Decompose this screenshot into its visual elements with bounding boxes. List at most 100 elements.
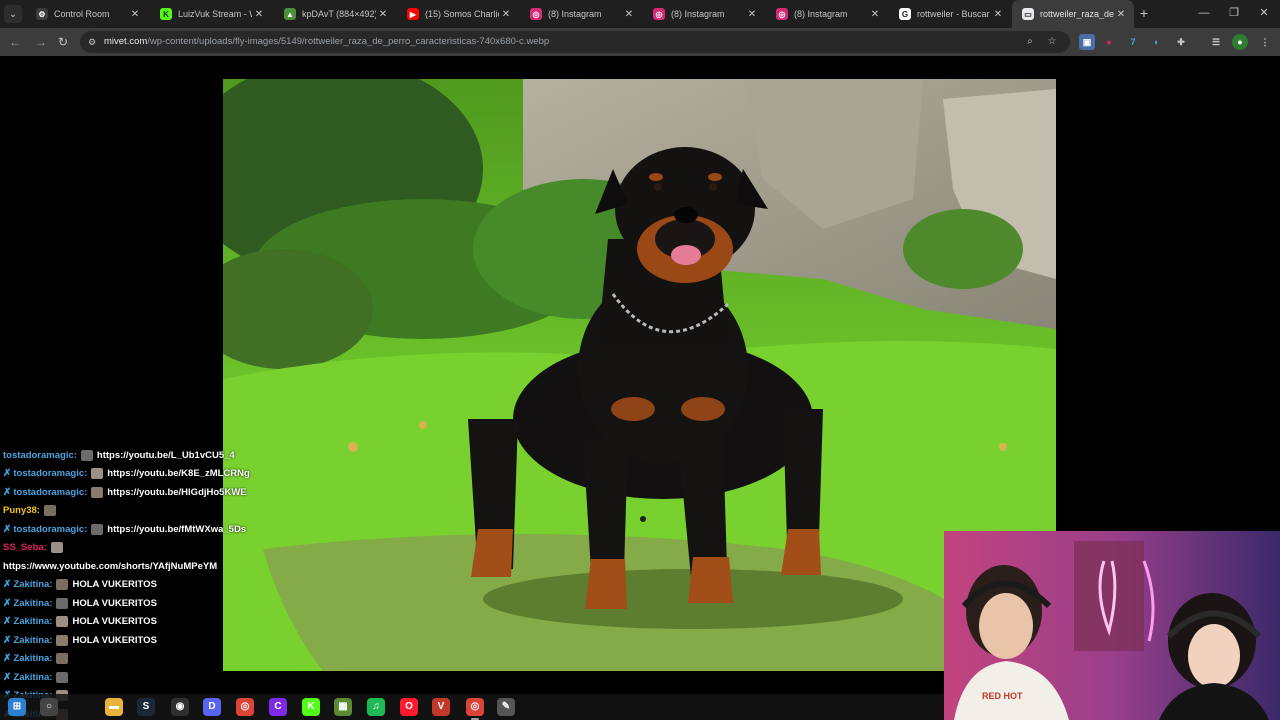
bookmark-star-icon[interactable]: ☆	[1045, 35, 1059, 49]
taskbar-search-icon[interactable]: ○	[40, 698, 58, 716]
chat-username[interactable]: tostadoramagic:	[3, 450, 77, 461]
chat-emote-icon	[91, 486, 104, 498]
chat-username[interactable]: Zakitina:	[13, 579, 52, 590]
reading-list-icon[interactable]: ☰	[1208, 34, 1224, 50]
address-bar[interactable]: ⚙ mivet.com/wp-content/uploads/fly-image…	[80, 31, 1070, 53]
rottweiler-image[interactable]	[223, 79, 1056, 671]
close-tab-icon[interactable]: ✕	[745, 9, 759, 20]
close-tab-icon[interactable]: ✕	[128, 9, 142, 20]
subscriber-badge-icon: ✗	[3, 653, 12, 664]
chat-message: ✗ tostadoramagic: https://youtu.be/K8E_zML…	[3, 467, 250, 481]
tab-title: (8) Instagram	[671, 9, 725, 19]
taskbar-canva-icon[interactable]: C	[269, 698, 287, 716]
browser-tab[interactable]: ▲ kpDAvT (884×492) ✕	[274, 0, 396, 28]
taskbar-minecraft-icon[interactable]: ▦	[334, 698, 352, 716]
chat-emote-icon	[80, 449, 93, 461]
instagram-icon: ◎	[776, 8, 788, 20]
close-window-button[interactable]: ✕	[1254, 4, 1274, 22]
taskbar-kick-icon[interactable]: K	[302, 698, 320, 716]
extension-record-icon[interactable]: ●	[1101, 34, 1117, 50]
svg-text:RED HOT: RED HOT	[982, 691, 1023, 701]
browser-tab[interactable]: K LuizVuk Stream - Wa✕	[150, 0, 272, 28]
chat-message: ✗Zakitina:	[3, 670, 72, 684]
chat-emote-icon	[56, 616, 69, 627]
chat-emote-icon	[50, 542, 63, 553]
url-text[interactable]: mivet.com/wp-content/uploads/fly-images/…	[104, 36, 549, 47]
browser-tab[interactable]: ◎ (8) Instagram ✕	[766, 0, 888, 28]
forward-button[interactable]: →	[32, 33, 50, 51]
chat-emote-icon	[56, 634, 69, 646]
zoom-icon[interactable]: ⌕	[1023, 35, 1037, 49]
taskbar-chrome-icon[interactable]: ◎	[466, 698, 484, 716]
browser-tab[interactable]: ▶ (15) Somos Charlie K✕	[397, 0, 519, 28]
restore-button[interactable]: ❐	[1224, 4, 1244, 22]
instagram-icon: ◎	[653, 8, 665, 20]
close-tab-icon[interactable]: ✕	[868, 9, 882, 20]
taskbar-app-icon[interactable]: ✎	[497, 698, 515, 716]
close-tab-icon[interactable]: ✕	[622, 9, 636, 20]
browser-tab[interactable]: Grottweiler - Buscar co✕	[889, 0, 1011, 28]
extension-audio-icon[interactable]: ◐	[1149, 34, 1165, 50]
taskbar-discord-icon[interactable]: D	[203, 698, 221, 716]
chat-username[interactable]: Zakitina:	[13, 653, 52, 664]
tab-title: LuizVuk Stream - Wa	[178, 9, 252, 19]
tab-title: (8) Instagram	[548, 9, 602, 19]
youtube-icon: ▶	[407, 8, 419, 20]
browser-tab[interactable]: ▭ rottweiler_raza_de_p✕	[1012, 0, 1134, 28]
chat-username[interactable]: Puny38:	[3, 505, 40, 516]
chat-username[interactable]: Zakitina:	[13, 635, 52, 646]
browser-tab[interactable]: ◎ (8) Instagram ✕	[520, 0, 642, 28]
taskbar-steam-icon[interactable]: S	[137, 698, 155, 716]
minimize-button[interactable]: —	[1194, 4, 1214, 22]
site-info-icon[interactable]: ⚙	[86, 36, 98, 48]
browser-tab[interactable]: ⚙ Control Room ✕	[26, 0, 148, 28]
chat-username[interactable]: tostadoramagic:	[13, 524, 87, 535]
close-tab-icon[interactable]: ✕	[991, 9, 1005, 20]
chat-username[interactable]: SS_Seba:	[3, 542, 47, 553]
tab-title: kpDAvT (884×492)	[302, 9, 376, 19]
taskbar-spotify-icon[interactable]: ♫	[367, 698, 385, 716]
kick-icon: K	[160, 8, 172, 20]
menu-kebab-icon[interactable]: ⋮	[1257, 34, 1273, 50]
subscriber-badge-icon: ✗	[3, 671, 12, 683]
profile-avatar-icon[interactable]: ●	[1232, 34, 1248, 50]
chat-message: ✗Zakitina:	[3, 652, 72, 666]
close-tab-icon[interactable]: ✕	[252, 9, 266, 20]
chat-message-text: HOLA VUKERITOS	[72, 616, 157, 627]
reload-button[interactable]: ↻	[54, 33, 72, 51]
chat-username[interactable]: Zakitina:	[13, 672, 52, 683]
chat-username[interactable]: Zakitina:	[13, 598, 52, 609]
taskbar-start-icon[interactable]: ⊞	[8, 698, 26, 716]
chat-message: ✗ tostadoramagic: https://youtu.be/fMtWXwa…	[3, 522, 246, 536]
chat-emote-icon	[56, 671, 69, 683]
tab-search-menu-button[interactable]: ⌄	[4, 5, 22, 23]
new-tab-button[interactable]: +	[1136, 5, 1152, 21]
chat-message: SS_Seba:	[3, 541, 67, 555]
close-tab-icon[interactable]: ✕	[1114, 9, 1128, 20]
chat-message: Puny38:	[3, 504, 60, 518]
chat-emote-icon	[91, 468, 104, 479]
back-button[interactable]: ←	[6, 33, 24, 51]
subscriber-badge-icon: ✗	[3, 634, 12, 646]
taskbar-voicemod-icon[interactable]: V	[432, 698, 450, 716]
extension-7tv-icon[interactable]: 7	[1125, 34, 1141, 50]
taskbar-obs-icon[interactable]: ◉	[171, 698, 189, 716]
extension-translate-icon[interactable]: ▣	[1079, 34, 1095, 50]
close-tab-icon[interactable]: ✕	[499, 9, 513, 20]
taskbar-chrome-icon[interactable]: ◎	[236, 698, 254, 716]
chat-username[interactable]: Zakitina:	[13, 616, 52, 627]
chat-message-text: https://youtu.be/fMtWXwa_5Ds	[107, 523, 247, 535]
subscriber-badge-icon: ✗	[3, 597, 12, 609]
tab-title: (8) Instagram	[794, 9, 848, 19]
taskbar-file-explorer-icon[interactable]: ▬	[105, 698, 123, 716]
chat-username[interactable]: tostadoramagic:	[13, 487, 87, 498]
chat-username[interactable]: tostadoramagic:	[13, 468, 87, 479]
chat-emote-icon	[56, 579, 69, 590]
instagram-icon: ◎	[530, 8, 542, 20]
extensions-puzzle-icon[interactable]: ✚	[1173, 34, 1189, 50]
chat-message: ✗ Zakitina: HOLA VUKERITOS	[3, 578, 157, 592]
taskbar-opera-icon[interactable]: O	[400, 698, 418, 716]
close-tab-icon[interactable]: ✕	[376, 9, 390, 20]
chat-message-text: https://youtu.be/L_Ub1vCU5_4	[96, 449, 235, 461]
browser-tab[interactable]: ◎ (8) Instagram ✕	[643, 0, 765, 28]
